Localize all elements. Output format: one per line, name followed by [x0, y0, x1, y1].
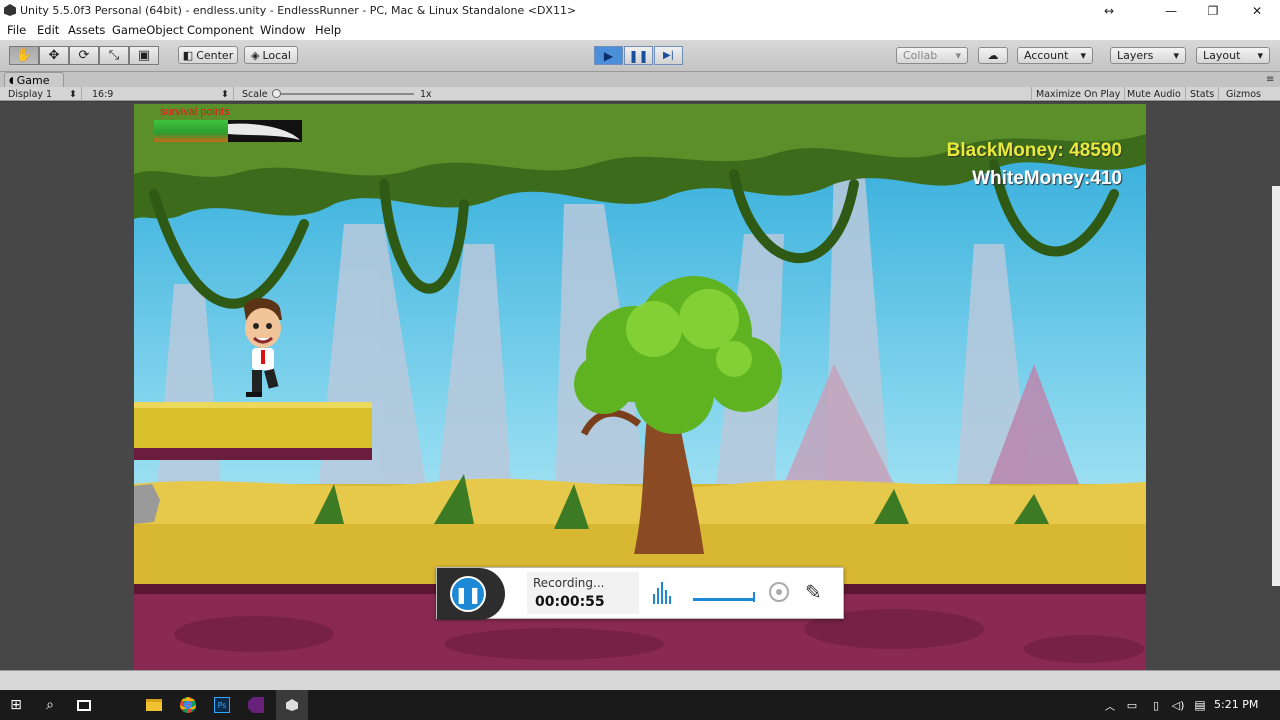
menu-component[interactable]: Component [187, 23, 254, 37]
game-view-toolbar: Display 1 ⬍ 16:9 ⬍ Scale 1x Maximize On Pl… [0, 87, 1280, 101]
player-character [244, 298, 282, 397]
chevron-updown-icon: ⬍ [221, 88, 229, 100]
menu-edit[interactable]: Edit [37, 23, 59, 37]
scale-label: Scale [242, 88, 268, 100]
right-panel-edge [1272, 186, 1280, 586]
scale-slider-track[interactable] [272, 93, 414, 95]
layers-label: Layers [1117, 49, 1154, 62]
scale-tool-icon[interactable]: ⤡ [99, 46, 129, 65]
screen-recorder-widget: ❚❚ Recording... 00:00:55 ✎ [436, 567, 844, 620]
volume-slider-handle[interactable] [753, 592, 755, 602]
minimize-button[interactable]: — [1148, 0, 1194, 22]
recorder-pause-button[interactable]: ❚❚ [450, 576, 486, 612]
unity-logo-icon [4, 4, 16, 16]
recording-status: Recording... [533, 576, 605, 590]
stats-toggle[interactable]: Stats [1186, 87, 1220, 101]
recorder-status-box: Recording... 00:00:55 [527, 572, 639, 614]
recording-timer: 00:00:55 [535, 594, 605, 610]
photoshop-icon[interactable]: Ps [206, 690, 238, 720]
task-view-icon[interactable] [68, 690, 100, 720]
pause-button[interactable]: ❚❚ [624, 46, 653, 65]
webcam-icon[interactable] [769, 582, 789, 602]
survival-bar-fill [154, 120, 228, 142]
window-title: Unity 5.5.0f3 Personal (64bit) - endless… [20, 4, 577, 17]
chevron-down-icon: ▾ [1257, 49, 1263, 62]
account-label: Account [1024, 49, 1069, 62]
pivot-icon: ◧ [182, 48, 194, 62]
start-icon[interactable]: ⊞ [0, 690, 32, 720]
collab-label: Collab [903, 49, 938, 62]
menu-assets[interactable]: Assets [68, 23, 105, 37]
menu-bar: File Edit Assets GameObject Component Wi… [0, 22, 1280, 40]
unity-taskbar-icon[interactable] [276, 690, 308, 720]
pivot-center-button[interactable]: ◧ Center [178, 46, 238, 64]
file-explorer-icon[interactable] [138, 690, 170, 720]
account-dropdown[interactable]: Account ▾ [1017, 47, 1093, 64]
rect-tool-icon[interactable]: ▣ [129, 46, 159, 65]
chrome-icon[interactable] [172, 690, 204, 720]
white-money-score: WhiteMoney:410 [972, 168, 1122, 189]
window-titlebar: Unity 5.5.0f3 Personal (64bit) - endless… [0, 0, 1280, 22]
visual-studio-icon[interactable] [240, 690, 272, 720]
local-icon: ◈ [251, 48, 260, 62]
play-button[interactable]: ▶ [594, 46, 623, 65]
collab-dropdown[interactable]: Collab ▾ [896, 47, 968, 64]
close-button[interactable]: ✕ [1234, 0, 1280, 22]
step-button[interactable]: ▶| [654, 46, 683, 65]
search-icon[interactable]: ⌕ [34, 690, 66, 720]
chevron-down-icon: ▾ [1173, 49, 1179, 62]
gizmos-dropdown[interactable]: Gizmos [1222, 87, 1265, 101]
scale-slider-thumb[interactable] [272, 89, 281, 98]
resize-icon[interactable]: ↔ [1086, 0, 1132, 22]
volume-slider[interactable] [693, 598, 755, 601]
menu-help[interactable]: Help [315, 23, 341, 37]
tab-menu-icon[interactable]: ≡ [1266, 74, 1274, 85]
restore-button[interactable]: ❐ [1190, 0, 1236, 22]
scale-value: 1x [420, 88, 432, 100]
space-local-button[interactable]: ◈ Local [244, 46, 298, 64]
recorder-pause-area: ❚❚ [437, 568, 505, 620]
menu-file[interactable]: File [7, 23, 26, 37]
chevron-updown-icon: ⬍ [69, 88, 77, 100]
pen-icon[interactable]: ✎ [805, 580, 822, 604]
taskbar-clock[interactable]: 5:21 PM [1214, 698, 1258, 711]
mute-audio-toggle[interactable]: Mute Audio [1123, 87, 1186, 101]
hand-tool-icon[interactable]: ✋ [9, 46, 39, 65]
game-tab-icon: ◖ [9, 75, 14, 86]
layers-dropdown[interactable]: Layers ▾ [1110, 47, 1186, 64]
display-dropdown[interactable]: Display 1 ⬍ [4, 87, 82, 101]
rotate-tool-icon[interactable]: ⟳ [69, 46, 99, 65]
menu-gameobject[interactable]: GameObject [112, 23, 184, 37]
tab-game[interactable]: ◖ Game [4, 72, 64, 88]
move-tool-icon[interactable]: ✥ [39, 46, 69, 65]
survival-bar-frame [154, 120, 302, 142]
layout-label: Layout [1203, 49, 1241, 62]
chevron-down-icon: ▾ [955, 49, 961, 62]
game-tab-bar: ◖ Game ≡ [0, 72, 1280, 88]
editor-status-bar [0, 670, 1280, 690]
black-money-score: BlackMoney: 48590 [946, 140, 1122, 161]
notification-icon[interactable]: ▤ [1184, 690, 1216, 720]
cloud-icon: ☁ [987, 49, 999, 62]
maximize-on-play-toggle[interactable]: Maximize On Play [1031, 87, 1126, 101]
chevron-down-icon: ▾ [1080, 49, 1086, 62]
audio-level-icon[interactable] [653, 582, 671, 604]
blade-icon [228, 123, 300, 140]
layout-dropdown[interactable]: Layout ▾ [1196, 47, 1270, 64]
menu-window[interactable]: Window [260, 23, 305, 37]
aspect-dropdown[interactable]: 16:9 ⬍ [88, 87, 234, 101]
windows-taskbar: ⊞ ⌕ Ps ︿ ▭ ▯ ◁) ▤ 5:21 PM [0, 690, 1280, 720]
cloud-button[interactable]: ☁ [978, 47, 1008, 64]
survival-points-label: survival points [160, 106, 230, 118]
